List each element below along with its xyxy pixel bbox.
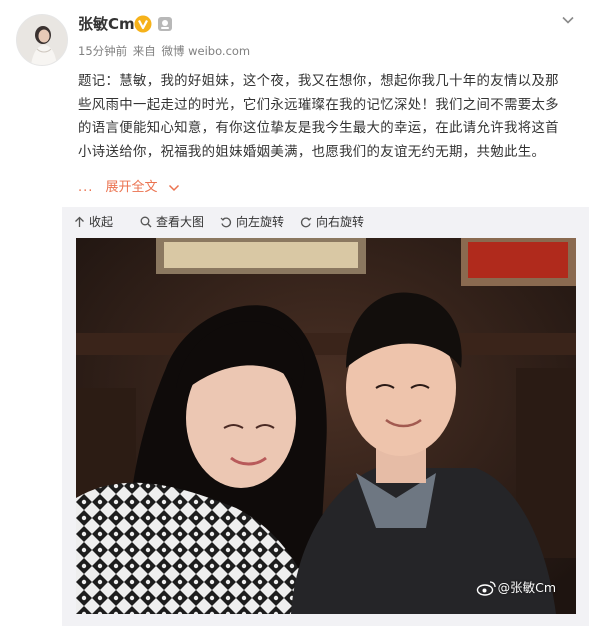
magnifier-icon (140, 216, 152, 228)
member-icon[interactable] (157, 16, 173, 32)
weibo-logo-icon (476, 581, 496, 596)
view-large-button[interactable]: 查看大图 (140, 214, 204, 230)
verified-v-icon (134, 15, 152, 33)
ellipsis: ... (78, 180, 94, 195)
post-meta: 15分钟前 来自 微博 weibo.com (78, 43, 250, 59)
media-toolbar: 收起 查看大图 向左旋转 向右旋转 (62, 207, 589, 237)
chevron-down-icon[interactable] (560, 12, 576, 28)
post-source[interactable]: 微博 weibo.com (161, 44, 250, 58)
watermark-text: @张敏Cm (497, 580, 556, 595)
post-photo[interactable]: @张敏Cm (76, 238, 576, 614)
username[interactable]: 张敏Cm (78, 14, 135, 34)
collapse-label: 收起 (89, 215, 114, 229)
media-panel: 收起 查看大图 向左旋转 向右旋转 @张敏Cm (62, 207, 589, 626)
photo-image (76, 238, 576, 614)
collapse-button[interactable]: 收起 (74, 214, 113, 230)
rotate-right-icon (300, 217, 312, 228)
post-line: 题记：慧敏，我的好姐妹，这个夜，我又在想你，想起你我几十年的友情以及那 (78, 74, 559, 89)
arrow-up-icon (75, 216, 84, 227)
post-line: 小诗送给你，祝福我的姐妹婚姻美满，也愿我们的友谊无约无期，共勉此生。 (78, 144, 546, 160)
rotate-left-button[interactable]: 向左旋转 (220, 214, 284, 230)
avatar-image (17, 15, 67, 65)
post-text: 题记：慧敏，我的好姐妹，这个夜，我又在想你，想起你我几十年的友情以及那 些风雨中… (78, 70, 578, 164)
rotate-right-button[interactable]: 向右旋转 (300, 214, 364, 230)
view-large-label: 查看大图 (156, 215, 205, 229)
rotate-left-icon (220, 217, 232, 228)
expand-label: 展开全文 (105, 180, 158, 195)
post-time[interactable]: 15分钟前 (78, 44, 127, 58)
chevron-down-icon (168, 184, 179, 191)
post-line: 的语言便能知心知意，有你这位挚友是我今生最大的幸运，在此请允许我将这首 (78, 121, 559, 136)
expand-full-text-link[interactable]: ... 展开全文 (78, 178, 180, 198)
rotate-left-label: 向左旋转 (236, 215, 285, 229)
rotate-right-label: 向右旋转 (316, 215, 365, 229)
post-line: 些风雨中一起走过的时光，它们永远璀璨在我的记忆深处！我们之间不需要太多 (78, 97, 559, 113)
photo-watermark: @张敏Cm (476, 577, 556, 596)
avatar[interactable] (16, 14, 68, 66)
from-label: 来自 (132, 44, 156, 58)
post-header: 张敏Cm 15分钟前 来自 微博 weibo.com (0, 0, 589, 68)
